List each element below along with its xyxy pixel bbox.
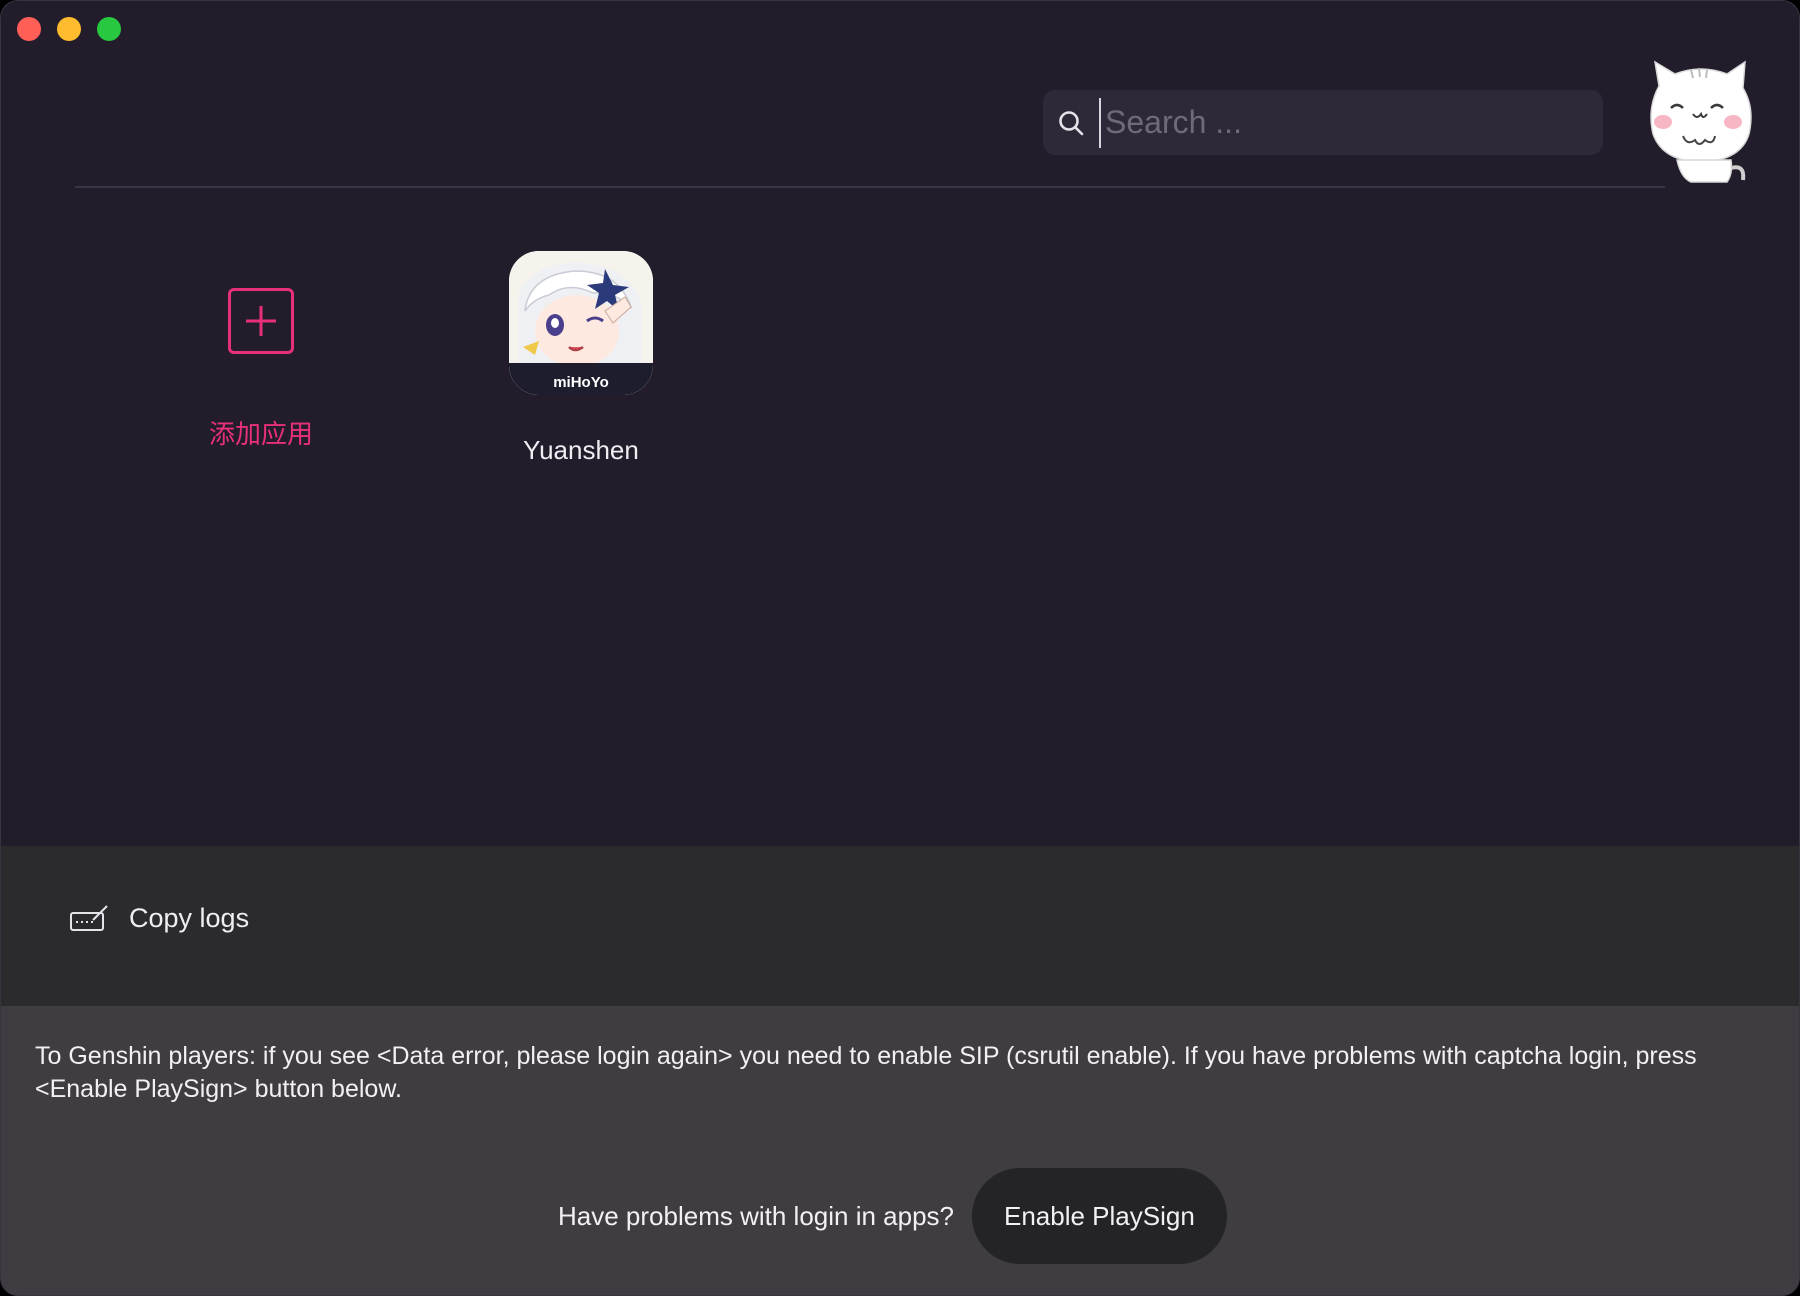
add-app-tile[interactable]: 添加应用 [171, 281, 351, 451]
maximize-button[interactable] [97, 17, 121, 41]
mihoyo-logo-text: miHoYo [553, 374, 609, 391]
search-input[interactable] [1099, 97, 1539, 148]
search-bar[interactable] [1043, 90, 1603, 155]
app-label: Yuanshen [523, 435, 639, 465]
add-app-label: 添加应用 [208, 420, 313, 450]
enable-playsign-button[interactable]: Enable PlaySign [972, 1168, 1227, 1264]
logs-bar: Copy logs [1, 846, 1799, 1006]
app-tile-yuanshen[interactable]: miHoYo Yuanshen [491, 251, 671, 466]
keyboard-pen-icon [70, 904, 108, 931]
copy-logs-button[interactable]: Copy logs [69, 903, 249, 934]
copy-logs-label: Copy logs [129, 903, 250, 933]
window-controls [17, 17, 121, 41]
notice-panel: To Genshin players: if you see <Data err… [1, 1006, 1799, 1295]
plus-icon [228, 288, 294, 354]
app-window: 添加应用 miHoYo Yuanshen [0, 0, 1800, 1296]
search-icon [1059, 110, 1084, 135]
genshin-notice-text: To Genshin players: if you see <Data err… [35, 1042, 1697, 1103]
close-button[interactable] [17, 17, 41, 41]
paimon-icon: miHoYo [509, 251, 653, 395]
login-question: Have problems with login in apps? [558, 1200, 954, 1231]
login-help-row: Have problems with login in apps? Enable… [558, 1168, 1227, 1264]
yuanshen-app-icon[interactable]: miHoYo [509, 251, 653, 395]
header-divider [75, 186, 1665, 188]
minimize-button[interactable] [57, 17, 81, 41]
cat-mascot-icon [1650, 60, 1752, 183]
